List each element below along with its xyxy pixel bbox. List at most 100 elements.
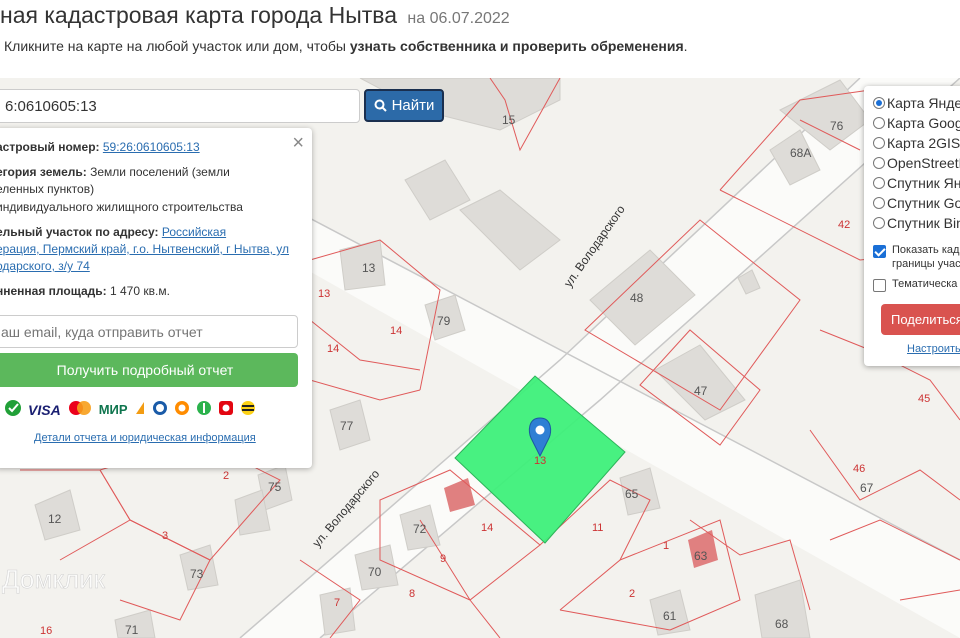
search-button-label: Найти [391,97,435,114]
house-number: 68 [775,617,789,631]
parcel-boundary [809,429,960,501]
radio-icon[interactable] [873,217,885,229]
hint-text: Кликните на карте на любой участок или д… [4,38,688,54]
house-number: 72 [413,522,427,536]
house-number: 77 [340,419,354,433]
house-number: 61 [663,609,677,623]
visa-icon: VISA [28,401,61,418]
beeline-icon [240,400,256,419]
cadastral-label: астровый номер: [0,140,100,154]
layer-option[interactable]: Спутник Go [873,195,960,211]
parcel-number: 1 [663,540,669,552]
address-link-2[interactable]: ерация, Пермский край, г.о. Нытвенский, … [0,242,289,256]
layer-option-label: Спутник Bin [887,215,960,231]
address-label: ельный участок по адресу: [0,225,159,239]
layer-option-label: Карта 2GIS [887,135,960,151]
mastercard-icon [67,400,93,419]
payment-methods: VISA МИР [4,399,256,420]
category-label: егория земель: [0,165,87,179]
parcel-number: 67 [860,481,874,495]
parcel-number: 11 [592,522,603,534]
layer-option-label: Спутник Go [887,195,960,211]
house-number: 48 [630,291,644,305]
thematic-checkbox[interactable]: Тематическа [873,277,957,292]
parcel-number: 2 [223,470,229,482]
layer-option[interactable]: OpenStreetM [873,155,960,171]
parcel-number: 45 [918,393,930,405]
layer-option-label: Карта Googl [887,115,960,131]
show-boundaries-checkbox[interactable]: Показать кад границы учас [873,243,960,271]
layer-option[interactable]: Карта 2GIS [873,135,960,151]
category-line-2: еленных пунктов) [0,182,95,196]
parcel-number: 16 [40,625,52,637]
house-number: 73 [190,567,204,581]
sbp-icon [196,400,212,419]
radio-icon[interactable] [873,197,885,209]
layer-option[interactable]: Спутник Bin [873,215,960,231]
parcel-number: 13 [318,288,330,300]
checkbox-label: Показать кад [892,244,960,256]
sberbank-icon [4,399,22,420]
qiwi-icon [174,400,190,419]
parcel-number: 14 [390,325,402,337]
house-number: 76 [830,119,844,133]
checkbox-label-2: границы учас [892,258,960,270]
share-button[interactable]: Поделиться [881,304,960,335]
address-row-2: ерация, Пермский край, г.о. Нытвенский, … [0,241,292,258]
radio-icon[interactable] [873,177,885,189]
area-row: нненная площадь: 1 470 кв.м. [0,283,292,300]
parcel-number: 9 [440,553,446,565]
email-field[interactable] [0,315,298,348]
hint-suffix: . [683,38,688,54]
close-icon[interactable]: × [292,132,304,155]
house-number: 79 [437,314,451,328]
house-number: 47 [694,384,708,398]
parcel-number: 14 [327,343,339,355]
layer-option-label: Карта Янде [887,95,960,111]
layer-option[interactable]: Спутник Ян [873,175,960,191]
building [459,189,561,271]
house-number: 13 [362,261,376,275]
hint-prefix: Кликните на карте на любой участок или д… [4,38,350,54]
parcel-number: 7 [334,597,340,609]
radio-icon[interactable] [873,117,885,129]
radio-icon[interactable] [873,157,885,169]
checkbox-icon[interactable] [873,245,886,258]
category-row: егория земель: Земли поселений (земли [0,164,292,181]
building [404,159,471,221]
get-report-button[interactable]: Получить подробный отчет [0,353,298,387]
watermark-text: Домклик [2,564,106,594]
details-link[interactable]: Детали отчета и юридическая информация [34,432,256,444]
checkbox-icon[interactable] [873,279,886,292]
parcel-number: 14 [481,522,493,534]
parcel-number: 2 [629,588,635,600]
parcel-number: 42 [838,219,850,231]
house-number: 70 [368,565,382,579]
configure-link[interactable]: Настроить [907,343,960,355]
house-number: 68А [790,146,811,160]
mir-icon: МИР [98,402,128,417]
radio-icon[interactable] [873,137,885,149]
layer-option-label: Спутник Ян [887,175,960,191]
layer-option-label: OpenStreetM [887,155,960,171]
search-input[interactable] [0,89,360,123]
checkbox-label: Тематическа [892,278,958,290]
category-value: Земли поселений (земли [90,165,230,179]
layer-option[interactable]: Карта Янде [873,95,960,111]
cadastral-row: астровый номер: 59:26:0610605:13 [0,139,292,156]
parcel-info-panel: × астровый номер: 59:26:0610605:13 егори… [0,128,312,468]
house-number: 65 [625,487,639,501]
cadastral-link[interactable]: 59:26:0610605:13 [103,140,200,154]
house-number: 15 [502,113,516,127]
search-button[interactable]: Найти [364,89,444,122]
webmoney-icon [152,400,168,419]
layer-option[interactable]: Карта Googl [873,115,960,131]
header: ная кадастровая карта города Нытва на 06… [0,0,960,78]
address-link-3[interactable]: одарского, з/у 74 [0,259,90,273]
radio-icon[interactable] [873,97,885,109]
address-row: ельный участок по адресу: Российская [0,224,292,241]
map-layers-panel: Карта Янде Карта Googl Карта 2GIS OpenSt… [864,86,960,366]
address-link-1[interactable]: Российская [162,225,226,239]
house-number: 12 [48,512,62,526]
parcel-number: 46 [853,463,865,475]
